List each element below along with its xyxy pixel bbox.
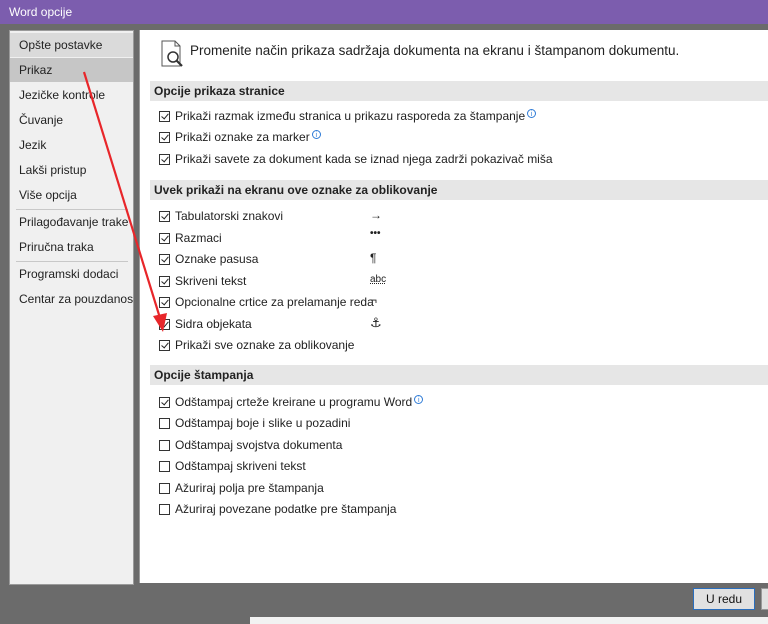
section-header-page-display: Opcije prikaza stranice: [150, 81, 768, 101]
option-label: Odštampaj boje i slike u pozadini: [175, 416, 351, 430]
option-print-properties[interactable]: Odštampaj svojstva dokumenta: [159, 438, 342, 454]
sidebar-item-save[interactable]: Čuvanje: [10, 108, 133, 132]
option-show-all-marks[interactable]: Prikaži sve oznake za oblikovanje: [159, 338, 354, 354]
checkbox[interactable]: [159, 418, 170, 429]
checkbox[interactable]: [159, 233, 170, 244]
option-label: Sidra objekata: [175, 317, 252, 331]
option-show-highlighter[interactable]: Prikaži oznake za marker i: [159, 130, 321, 146]
option-label: Razmaci: [175, 231, 222, 245]
sidebar-item-label: Više opcija: [19, 188, 77, 202]
title-bar: Word opcije: [0, 0, 768, 24]
ok-button[interactable]: U redu: [693, 588, 755, 610]
sidebar-item-label: Centar za pouzdanost: [19, 292, 133, 306]
space-dots-icon: •••: [370, 228, 381, 239]
sidebar-item-language[interactable]: Jezik: [10, 133, 133, 157]
option-label: Oznake pasusa: [175, 252, 259, 266]
option-hidden-text[interactable]: Skriveni tekst: [159, 274, 246, 290]
options-panel: Promenite način prikaza sadržaja dokumen…: [139, 30, 768, 583]
info-icon: i: [527, 109, 537, 118]
checkbox[interactable]: [159, 254, 170, 265]
option-label: Prikaži oznake za marker: [175, 130, 310, 144]
sidebar-item-label: Priručna traka: [19, 240, 94, 254]
sidebar-item-proofing[interactable]: Jezičke kontrole: [10, 83, 133, 107]
option-print-drawings[interactable]: Odštampaj crteže kreirane u programu Wor…: [159, 395, 424, 411]
option-optional-hyphens[interactable]: Opcionalne crtice za prelamanje reda: [159, 295, 374, 311]
option-show-whitespace[interactable]: Prikaži razmak između stranica u prikazu…: [159, 109, 537, 125]
sidebar-item-display[interactable]: Prikaz: [10, 58, 133, 82]
checkbox[interactable]: [159, 397, 170, 408]
checkbox[interactable]: [159, 319, 170, 330]
checkbox[interactable]: [159, 483, 170, 494]
option-object-anchors[interactable]: Sidra objekata: [159, 317, 252, 333]
info-icon: i: [311, 130, 321, 139]
sidebar-item-label: Opšte postavke: [19, 38, 103, 52]
option-label: Odštampaj skriveni tekst: [175, 459, 306, 473]
checkbox[interactable]: [159, 297, 170, 308]
section-header-formatting-marks: Uvek prikaži na ekranu ove oznake za obl…: [150, 180, 768, 200]
checkbox[interactable]: [159, 340, 170, 351]
option-label: Skriveni tekst: [175, 274, 247, 288]
option-print-background[interactable]: Odštampaj boje i slike u pozadini: [159, 416, 350, 432]
sidebar-item-label: Lakši pristup: [19, 163, 87, 177]
sidebar-item-label: Prilagođavanje trake: [19, 215, 129, 229]
checkbox[interactable]: [159, 440, 170, 451]
sidebar-item-addins[interactable]: Programski dodaci: [10, 262, 133, 286]
option-tab-characters[interactable]: Tabulatorski znakovi: [159, 209, 283, 225]
optional-hyphen-icon: ¬: [370, 293, 378, 307]
window-title: Word opcije: [9, 5, 73, 19]
checkbox[interactable]: [159, 154, 170, 165]
option-label: Odštampaj svojstva dokumenta: [175, 438, 343, 452]
sidebar-item-customize-ribbon[interactable]: Prilagođavanje trake: [10, 210, 133, 234]
sidebar-item-trust-center[interactable]: Centar za pouzdanost: [10, 287, 133, 311]
option-update-linked-data[interactable]: Ažuriraj povezane podatke pre štampanja: [159, 502, 396, 518]
checkbox[interactable]: [159, 111, 170, 122]
option-label: Prikaži savete za dokument kada se iznad…: [175, 152, 553, 166]
sidebar-item-general[interactable]: Opšte postavke: [10, 33, 133, 57]
option-label: Prikaži razmak između stranica u prikazu…: [175, 109, 526, 123]
option-show-tooltips[interactable]: Prikaži savete za dokument kada se iznad…: [159, 152, 553, 168]
option-label: Odštampaj crteže kreirane u programu Wor…: [175, 395, 413, 409]
option-print-hidden-text[interactable]: Odštampaj skriveni tekst: [159, 459, 306, 475]
checkbox[interactable]: [159, 211, 170, 222]
sidebar-item-quick-access[interactable]: Priručna traka: [10, 235, 133, 259]
pilcrow-icon: ¶: [370, 251, 377, 265]
page-description: Promenite način prikaza sadržaja dokumen…: [190, 43, 680, 58]
sidebar: Opšte postavke Prikaz Jezičke kontrole Č…: [9, 30, 134, 585]
sidebar-item-label: Prikaz: [19, 63, 53, 77]
magnifier-page-icon: [161, 40, 183, 67]
option-label: Prikaži sve oznake za oblikovanje: [175, 338, 355, 352]
option-update-fields[interactable]: Ažuriraj polja pre štampanja: [159, 481, 324, 497]
option-spaces[interactable]: Razmaci: [159, 231, 222, 247]
hidden-text-icon: abc: [370, 274, 387, 285]
sidebar-item-label: Jezik: [19, 138, 47, 152]
info-icon: i: [414, 395, 424, 404]
tab-arrow-icon: →: [370, 208, 382, 222]
checkbox[interactable]: [159, 504, 170, 515]
checkbox[interactable]: [159, 276, 170, 287]
section-header-printing: Opcije štampanja: [150, 365, 768, 385]
sidebar-item-accessibility[interactable]: Lakši pristup: [10, 158, 133, 182]
sidebar-item-label: Programski dodaci: [19, 267, 119, 281]
checkbox[interactable]: [159, 461, 170, 472]
option-label: Ažuriraj povezane podatke pre štampanja: [175, 502, 397, 516]
option-label: Ažuriraj polja pre štampanja: [175, 481, 324, 495]
sidebar-item-label: Čuvanje: [19, 113, 64, 127]
anchor-icon: ⚓: [370, 315, 382, 330]
bottom-strip: [250, 617, 768, 624]
option-paragraph-marks[interactable]: Oznake pasusa: [159, 252, 258, 268]
checkbox[interactable]: [159, 132, 170, 143]
sidebar-item-advanced[interactable]: Više opcija: [10, 183, 133, 207]
option-label: Opcionalne crtice za prelamanje reda: [175, 295, 374, 309]
cancel-button-edge[interactable]: [761, 588, 768, 610]
sidebar-item-label: Jezičke kontrole: [19, 88, 106, 102]
option-label: Tabulatorski znakovi: [175, 209, 284, 223]
